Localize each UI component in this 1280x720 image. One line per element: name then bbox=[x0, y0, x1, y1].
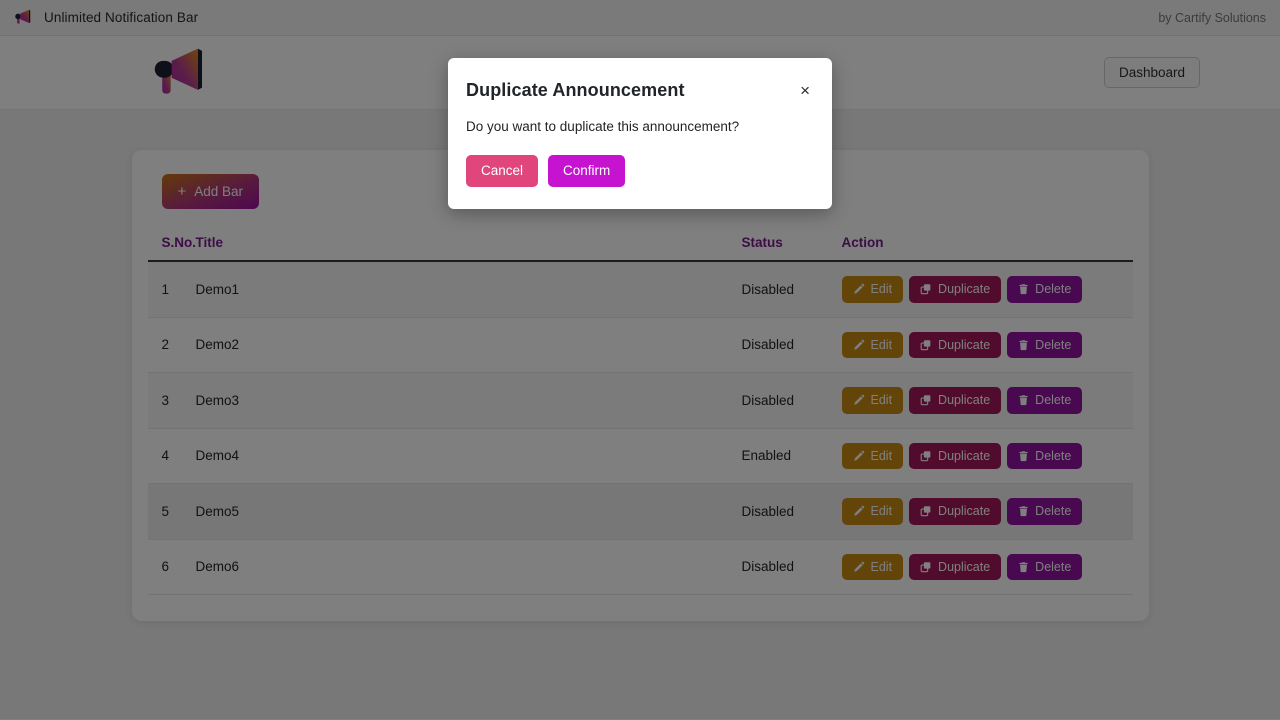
close-icon[interactable]: × bbox=[798, 80, 812, 99]
modal-header: Duplicate Announcement × bbox=[448, 58, 832, 107]
cancel-button[interactable]: Cancel bbox=[466, 155, 539, 187]
duplicate-announcement-modal: Duplicate Announcement × Do you want to … bbox=[448, 58, 832, 209]
confirm-button[interactable]: Confirm bbox=[548, 155, 626, 187]
modal-title: Duplicate Announcement bbox=[466, 80, 685, 100]
modal-message: Do you want to duplicate this announceme… bbox=[466, 119, 740, 134]
modal-footer: Cancel Confirm bbox=[448, 134, 832, 209]
